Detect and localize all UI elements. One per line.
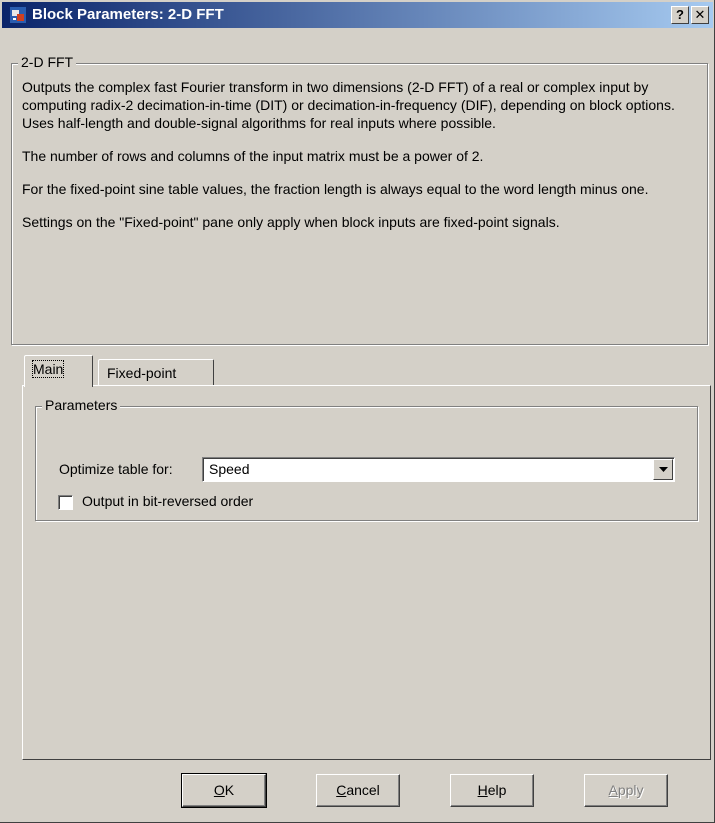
bit-reversed-checkbox[interactable]: [58, 495, 73, 510]
description-paragraph: Outputs the complex fast Fourier transfo…: [22, 79, 675, 131]
close-icon[interactable]: ✕: [691, 6, 709, 24]
ok-button-mnemonic: O: [213, 782, 225, 798]
parameters-group-label: Parameters: [42, 397, 121, 413]
help-button-label: elp: [487, 782, 507, 798]
description-paragraph: Settings on the "Fixed-point" pane only …: [22, 214, 560, 230]
tab-fixed-point-label: Fixed-point: [107, 365, 177, 381]
chevron-down-icon[interactable]: [653, 459, 673, 480]
parameters-group: Parameters Optimize table for: Speed Out…: [35, 397, 698, 521]
bit-reversed-label[interactable]: Output in bit-reversed order: [82, 493, 253, 509]
ok-button-label: K: [224, 782, 235, 798]
optimize-table-label: Optimize table for:: [59, 461, 173, 477]
simulink-block-icon: [10, 7, 26, 23]
description-group: 2-D FFT Outputs the complex fast Fourier…: [11, 54, 708, 345]
description-group-label: 2-D FFT: [18, 54, 77, 70]
cancel-button-label: ancel: [346, 782, 380, 798]
tab-main-label: Main: [31, 360, 65, 378]
description-paragraph: For the fixed-point sine table values, t…: [22, 181, 649, 197]
cancel-button[interactable]: Cancel: [316, 774, 400, 807]
apply-button-mnemonic: A: [608, 782, 618, 798]
help-button-mnemonic: H: [477, 782, 488, 798]
optimize-table-value: Speed: [209, 461, 250, 477]
apply-button-label: pply: [617, 782, 644, 798]
cancel-button-mnemonic: C: [336, 782, 347, 798]
tab-main[interactable]: Main: [24, 355, 93, 387]
apply-button[interactable]: Apply: [584, 774, 668, 807]
main-tab-panel: Parameters Optimize table for: Speed Out…: [22, 385, 711, 760]
help-button[interactable]: Help: [450, 774, 534, 807]
description-paragraph: The number of rows and columns of the in…: [22, 148, 484, 164]
ok-button[interactable]: OK: [181, 773, 267, 808]
window-title: Block Parameters: 2-D FFT: [32, 6, 224, 23]
optimize-table-select[interactable]: Speed: [202, 457, 675, 482]
title-bar[interactable]: Block Parameters: 2-D FFT ? ✕: [2, 2, 713, 28]
tab-fixed-point[interactable]: Fixed-point: [98, 359, 214, 387]
help-title-button[interactable]: ?: [671, 6, 689, 24]
block-parameters-dialog: Block Parameters: 2-D FFT ? ✕ 2-D FFT Ou…: [0, 0, 715, 823]
description-text: Outputs the complex fast Fourier transfo…: [22, 78, 692, 246]
